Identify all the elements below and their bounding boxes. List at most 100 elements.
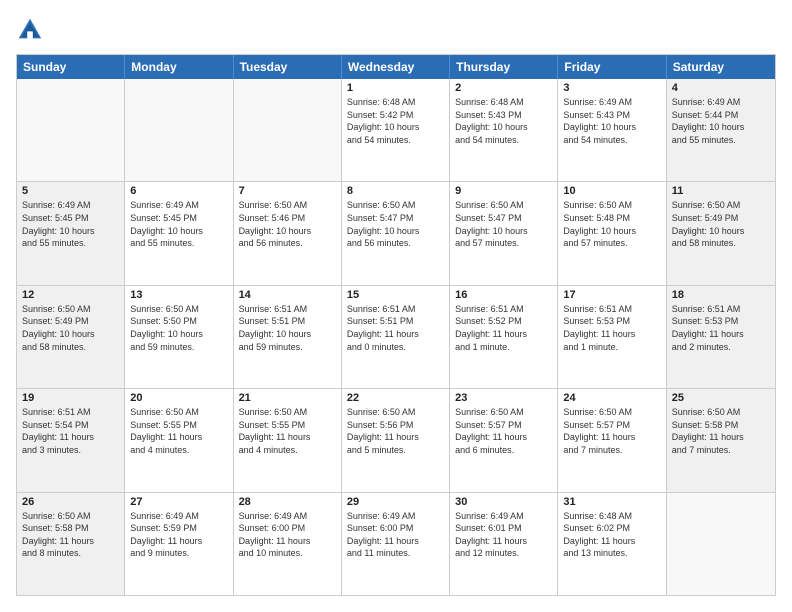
header-day-sunday: Sunday (17, 55, 125, 79)
day-number: 19 (22, 392, 119, 404)
header-day-thursday: Thursday (450, 55, 558, 79)
day-number: 21 (239, 392, 336, 404)
calendar-cell: 9 Sunrise: 6:50 AM Sunset: 5:47 PM Daylig… (450, 182, 558, 284)
day-number: 16 (455, 289, 552, 301)
calendar-cell: 30 Sunrise: 6:49 AM Sunset: 6:01 PM Dayli… (450, 493, 558, 595)
calendar-cell: 25Sunrise: 6:50 AM Sunset: 5:58 PM Dayli… (667, 389, 775, 491)
day-sun-info: Sunrise: 6:49 AM Sunset: 5:43 PM Dayligh… (563, 96, 660, 146)
day-sun-info: Sunrise: 6:49 AM Sunset: 5:45 PM Dayligh… (130, 199, 227, 249)
day-sun-info: Sunrise: 6:50 AM Sunset: 5:55 PM Dayligh… (239, 406, 336, 456)
day-number: 8 (347, 185, 444, 197)
day-sun-info: Sunrise: 6:51 AM Sunset: 5:51 PM Dayligh… (239, 303, 336, 353)
day-sun-info: Sunrise: 6:50 AM Sunset: 5:58 PM Dayligh… (22, 510, 119, 560)
calendar-cell: 11 Sunrise: 6:50 AM Sunset: 5:49 PM Dayli… (667, 182, 775, 284)
calendar-cell: 12Sunrise: 6:50 AM Sunset: 5:49 PM Dayli… (17, 286, 125, 388)
header-day-saturday: Saturday (667, 55, 775, 79)
day-sun-info: Sunrise: 6:50 AM Sunset: 5:49 PM Dayligh… (672, 199, 770, 249)
calendar-cell: 23 Sunrise: 6:50 AM Sunset: 5:57 PM Dayli… (450, 389, 558, 491)
page: SundayMondayTuesdayWednesdayThursdayFrid… (0, 0, 792, 612)
calendar: SundayMondayTuesdayWednesdayThursdayFrid… (16, 54, 776, 596)
header-day-friday: Friday (558, 55, 666, 79)
calendar-cell: 7Sunrise: 6:50 AM Sunset: 5:46 PM Daylig… (234, 182, 342, 284)
calendar-cell: 28 Sunrise: 6:49 AM Sunset: 6:00 PM Dayli… (234, 493, 342, 595)
calendar-cell: 15 Sunrise: 6:51 AM Sunset: 5:51 PM Dayli… (342, 286, 450, 388)
calendar-week-4: 26 Sunrise: 6:50 AM Sunset: 5:58 PM Dayli… (17, 493, 775, 595)
day-number: 18 (672, 289, 770, 301)
calendar-cell: 1Sunrise: 6:48 AM Sunset: 5:42 PM Daylig… (342, 79, 450, 181)
day-sun-info: Sunrise: 6:51 AM Sunset: 5:51 PM Dayligh… (347, 303, 444, 353)
day-number: 14 (239, 289, 336, 301)
calendar-cell: 2 Sunrise: 6:48 AM Sunset: 5:43 PM Daylig… (450, 79, 558, 181)
calendar-week-3: 19 Sunrise: 6:51 AM Sunset: 5:54 PM Dayli… (17, 389, 775, 492)
calendar-cell: 16 Sunrise: 6:51 AM Sunset: 5:52 PM Dayli… (450, 286, 558, 388)
calendar-cell: 5 Sunrise: 6:49 AM Sunset: 5:45 PM Daylig… (17, 182, 125, 284)
calendar-cell: 3Sunrise: 6:49 AM Sunset: 5:43 PM Daylig… (558, 79, 666, 181)
calendar-cell (125, 79, 233, 181)
header (16, 16, 776, 44)
day-sun-info: Sunrise: 6:50 AM Sunset: 5:48 PM Dayligh… (563, 199, 660, 249)
header-day-monday: Monday (125, 55, 233, 79)
day-number: 28 (239, 496, 336, 508)
day-number: 17 (563, 289, 660, 301)
calendar-cell (234, 79, 342, 181)
day-number: 10 (563, 185, 660, 197)
day-number: 12 (22, 289, 119, 301)
calendar-cell: 21 Sunrise: 6:50 AM Sunset: 5:55 PM Dayli… (234, 389, 342, 491)
calendar-cell: 18 Sunrise: 6:51 AM Sunset: 5:53 PM Dayli… (667, 286, 775, 388)
calendar-cell: 6 Sunrise: 6:49 AM Sunset: 5:45 PM Daylig… (125, 182, 233, 284)
calendar-cell: 27Sunrise: 6:49 AM Sunset: 5:59 PM Dayli… (125, 493, 233, 595)
day-number: 15 (347, 289, 444, 301)
day-sun-info: Sunrise: 6:48 AM Sunset: 5:43 PM Dayligh… (455, 96, 552, 146)
day-sun-info: Sunrise: 6:49 AM Sunset: 6:01 PM Dayligh… (455, 510, 552, 560)
day-number: 4 (672, 82, 770, 94)
calendar-cell: 19 Sunrise: 6:51 AM Sunset: 5:54 PM Dayli… (17, 389, 125, 491)
header-day-wednesday: Wednesday (342, 55, 450, 79)
logo (16, 16, 46, 44)
day-sun-info: Sunrise: 6:50 AM Sunset: 5:55 PM Dayligh… (130, 406, 227, 456)
calendar-header: SundayMondayTuesdayWednesdayThursdayFrid… (17, 55, 775, 79)
day-sun-info: Sunrise: 6:50 AM Sunset: 5:47 PM Dayligh… (347, 199, 444, 249)
calendar-cell (17, 79, 125, 181)
day-sun-info: Sunrise: 6:51 AM Sunset: 5:54 PM Dayligh… (22, 406, 119, 456)
calendar-cell: 8 Sunrise: 6:50 AM Sunset: 5:47 PM Daylig… (342, 182, 450, 284)
day-number: 22 (347, 392, 444, 404)
day-sun-info: Sunrise: 6:49 AM Sunset: 6:00 PM Dayligh… (239, 510, 336, 560)
day-number: 24 (563, 392, 660, 404)
header-day-tuesday: Tuesday (234, 55, 342, 79)
day-number: 9 (455, 185, 552, 197)
calendar-week-0: 1Sunrise: 6:48 AM Sunset: 5:42 PM Daylig… (17, 79, 775, 182)
day-number: 20 (130, 392, 227, 404)
calendar-body: 1Sunrise: 6:48 AM Sunset: 5:42 PM Daylig… (17, 79, 775, 595)
day-sun-info: Sunrise: 6:51 AM Sunset: 5:52 PM Dayligh… (455, 303, 552, 353)
calendar-week-1: 5 Sunrise: 6:49 AM Sunset: 5:45 PM Daylig… (17, 182, 775, 285)
calendar-cell: 24 Sunrise: 6:50 AM Sunset: 5:57 PM Dayli… (558, 389, 666, 491)
day-number: 2 (455, 82, 552, 94)
day-sun-info: Sunrise: 6:49 AM Sunset: 5:45 PM Dayligh… (22, 199, 119, 249)
day-sun-info: Sunrise: 6:49 AM Sunset: 6:00 PM Dayligh… (347, 510, 444, 560)
day-number: 5 (22, 185, 119, 197)
day-number: 26 (22, 496, 119, 508)
day-sun-info: Sunrise: 6:50 AM Sunset: 5:47 PM Dayligh… (455, 199, 552, 249)
day-sun-info: Sunrise: 6:49 AM Sunset: 5:44 PM Dayligh… (672, 96, 770, 146)
day-number: 23 (455, 392, 552, 404)
calendar-cell: 13Sunrise: 6:50 AM Sunset: 5:50 PM Dayli… (125, 286, 233, 388)
calendar-cell: 20 Sunrise: 6:50 AM Sunset: 5:55 PM Dayli… (125, 389, 233, 491)
calendar-cell (667, 493, 775, 595)
day-number: 30 (455, 496, 552, 508)
day-sun-info: Sunrise: 6:50 AM Sunset: 5:57 PM Dayligh… (563, 406, 660, 456)
day-sun-info: Sunrise: 6:51 AM Sunset: 5:53 PM Dayligh… (672, 303, 770, 353)
day-sun-info: Sunrise: 6:50 AM Sunset: 5:56 PM Dayligh… (347, 406, 444, 456)
day-sun-info: Sunrise: 6:48 AM Sunset: 5:42 PM Dayligh… (347, 96, 444, 146)
calendar-cell: 4 Sunrise: 6:49 AM Sunset: 5:44 PM Daylig… (667, 79, 775, 181)
day-sun-info: Sunrise: 6:50 AM Sunset: 5:46 PM Dayligh… (239, 199, 336, 249)
day-number: 25 (672, 392, 770, 404)
day-number: 27 (130, 496, 227, 508)
calendar-cell: 10 Sunrise: 6:50 AM Sunset: 5:48 PM Dayli… (558, 182, 666, 284)
day-number: 6 (130, 185, 227, 197)
day-sun-info: Sunrise: 6:48 AM Sunset: 6:02 PM Dayligh… (563, 510, 660, 560)
day-sun-info: Sunrise: 6:50 AM Sunset: 5:57 PM Dayligh… (455, 406, 552, 456)
calendar-cell: 14 Sunrise: 6:51 AM Sunset: 5:51 PM Dayli… (234, 286, 342, 388)
day-number: 31 (563, 496, 660, 508)
day-number: 11 (672, 185, 770, 197)
day-sun-info: Sunrise: 6:50 AM Sunset: 5:50 PM Dayligh… (130, 303, 227, 353)
